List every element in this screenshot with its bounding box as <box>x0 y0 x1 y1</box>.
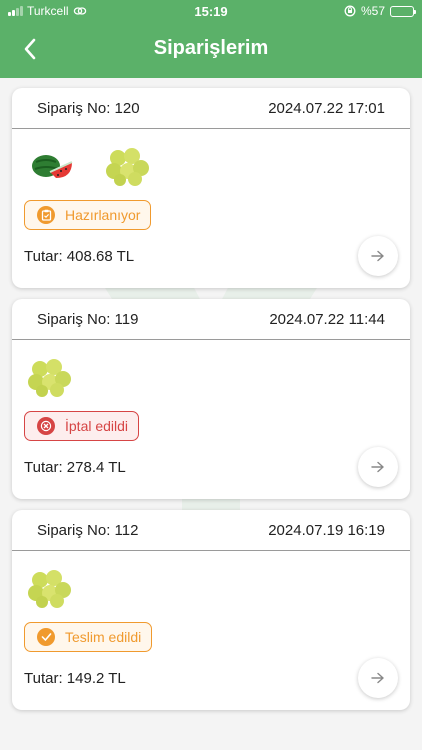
status-label: Teslim edildi <box>65 629 142 645</box>
order-card-header: Sipariş No: 120 2024.07.22 17:01 <box>12 88 410 129</box>
order-detail-button[interactable] <box>358 236 398 276</box>
page-title: Siparişlerim <box>153 37 269 59</box>
order-card[interactable]: Sipariş No: 120 2024.07.22 17:01 Hazırla… <box>12 88 410 288</box>
apples-image <box>28 359 71 397</box>
order-date: 2024.07.19 16:19 <box>268 521 385 539</box>
order-detail-button[interactable] <box>358 658 398 698</box>
battery-icon <box>390 5 416 17</box>
product-thumbnails <box>26 566 72 608</box>
order-total: Tutar: 278.4 TL <box>24 459 126 476</box>
watermelon-image <box>32 155 73 178</box>
app-header: Turkcell 15:19 %57 Siparişlerim <box>0 0 422 78</box>
status-label: Hazırlanıyor <box>65 207 141 223</box>
clipboard-icon <box>37 206 55 224</box>
apples-image <box>28 570 71 608</box>
status-bar: Turkcell 15:19 %57 <box>0 0 422 24</box>
order-date: 2024.07.22 17:01 <box>268 99 385 117</box>
order-date: 2024.07.22 11:44 <box>269 310 385 328</box>
product-thumbnails <box>28 144 150 186</box>
order-number: Sipariş No: 112 <box>37 521 139 539</box>
order-detail-button[interactable] <box>358 447 398 487</box>
order-card[interactable]: Sipariş No: 112 2024.07.19 16:19 Teslim … <box>12 510 410 710</box>
arrow-right-icon <box>371 461 384 473</box>
arrow-right-icon <box>371 250 384 262</box>
order-card[interactable]: Sipariş No: 119 2024.07.22 11:44 İptal e… <box>12 299 410 499</box>
order-total: Tutar: 149.2 TL <box>24 670 126 687</box>
order-card-header: Sipariş No: 119 2024.07.22 11:44 <box>12 299 410 340</box>
status-label: İptal edildi <box>65 418 129 434</box>
order-number: Sipariş No: 119 <box>37 310 139 328</box>
order-status-badge: İptal edildi <box>24 411 140 441</box>
cancel-circle-icon <box>37 417 55 435</box>
status-right: %57 <box>344 4 416 18</box>
check-icon <box>37 628 55 646</box>
product-thumbnails <box>26 355 72 397</box>
order-card-header: Sipariş No: 112 2024.07.19 16:19 <box>12 510 410 551</box>
battery-percent: %57 <box>360 4 385 18</box>
orientation-lock-icon <box>344 5 356 17</box>
apples-image <box>106 148 149 186</box>
order-status-badge: Teslim edildi <box>24 622 153 652</box>
arrow-right-icon <box>371 672 384 684</box>
order-number: Sipariş No: 120 <box>37 99 140 117</box>
order-status-badge: Hazırlanıyor <box>24 200 152 230</box>
order-total: Tutar: 408.68 TL <box>24 248 135 265</box>
